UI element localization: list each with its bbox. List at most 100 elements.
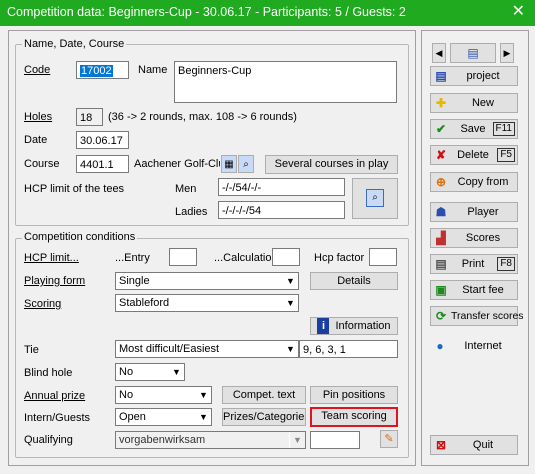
transfer-scores-button[interactable]: ⟳ Transfer scores xyxy=(430,306,524,326)
info-icon: i xyxy=(317,318,330,334)
name-field[interactable]: Beginners-Cup xyxy=(174,61,397,103)
document-icon: ▤ xyxy=(435,69,447,83)
hcp-limit-label: HCP limit... xyxy=(24,252,79,264)
qualifying-action-button[interactable]: ✎ xyxy=(380,430,398,448)
course-field[interactable]: 4401.1 xyxy=(76,155,129,173)
tie-holes-field[interactable]: 9, 6, 3, 1 xyxy=(299,340,398,358)
course-label: Course xyxy=(24,158,60,170)
team-scoring-button[interactable]: Team scoring xyxy=(310,407,398,427)
pin-positions-button[interactable]: Pin positions xyxy=(310,386,398,404)
copy-icon: ⊕ xyxy=(435,175,447,189)
save-button[interactable]: ✔ Save F11 xyxy=(430,119,518,139)
calculation-field[interactable] xyxy=(272,248,300,266)
people-icon: ☗ xyxy=(435,205,447,219)
money-icon: ▣ xyxy=(435,283,447,297)
triangle-left-icon: ◀ xyxy=(435,48,443,58)
close-icon[interactable]: ✕ xyxy=(512,3,525,21)
scores-button[interactable]: ▟ Scores xyxy=(430,228,518,248)
next-button[interactable]: ▶ xyxy=(500,43,514,63)
date-field[interactable]: 30.06.17 xyxy=(76,131,129,149)
tie-select[interactable]: Most difficult/Easiest ▼ xyxy=(115,340,299,358)
code-label: Code xyxy=(24,64,51,76)
printer-icon: ▤ xyxy=(435,257,447,271)
project-button[interactable]: ▤ project xyxy=(430,66,518,86)
playing-form-label: Playing form xyxy=(24,275,86,287)
calculation-label: ...Calculation xyxy=(214,252,278,264)
name-label: Name xyxy=(138,64,168,76)
chevron-down-icon: ▼ xyxy=(168,364,184,380)
copy-from-button[interactable]: ⊕ Copy from xyxy=(430,172,518,192)
several-courses-button[interactable]: Several courses in play xyxy=(265,155,398,174)
qualifying-label: Qualifying xyxy=(24,434,73,446)
chevron-down-icon: ▼ xyxy=(195,409,211,425)
tie-label: Tie xyxy=(24,344,39,356)
ladies-label: Ladies xyxy=(175,206,208,218)
player-button[interactable]: ☗ Player xyxy=(430,202,518,222)
chevron-down-icon: ▼ xyxy=(195,387,211,403)
information-button[interactable]: i Information xyxy=(310,317,398,335)
new-button[interactable]: ✚ New xyxy=(430,93,518,113)
code-field[interactable]: 17002 xyxy=(76,61,129,79)
annual-prize-label: Annual prize xyxy=(24,390,86,402)
print-nav-button[interactable]: ▤ xyxy=(450,43,496,63)
plus-icon: ✚ xyxy=(435,96,447,110)
entry-field[interactable] xyxy=(169,248,197,266)
triangle-right-icon: ▶ xyxy=(503,48,511,58)
entry-label: ...Entry xyxy=(115,252,150,264)
title-bar: Competition data: Beginners-Cup - 30.06.… xyxy=(0,0,535,26)
scoring-label: Scoring xyxy=(24,298,62,310)
holes-field[interactable]: 18 xyxy=(76,108,103,126)
blind-hole-select[interactable]: No ▼ xyxy=(115,363,185,381)
print-button[interactable]: ▤ Print F8 xyxy=(430,254,518,274)
scoring-select[interactable]: Stableford ▼ xyxy=(115,294,299,312)
exit-icon: ⊠ xyxy=(435,438,447,452)
edit-icon: ✎ xyxy=(384,433,394,445)
course-search-button[interactable]: ⌕ xyxy=(238,155,254,173)
scores-icon: ▟ xyxy=(436,231,446,245)
chevron-down-icon: ▼ xyxy=(282,273,298,289)
chevron-down-icon: ▼ xyxy=(282,295,298,311)
qualifying-extra-field[interactable] xyxy=(310,431,360,449)
delete-button[interactable]: ✘ Delete F5 xyxy=(430,145,518,165)
conditions-legend: Competition conditions xyxy=(22,231,138,243)
course-name: Aachener Golf-Clu xyxy=(134,158,220,170)
window-title: Competition data: Beginners-Cup - 30.06.… xyxy=(7,5,406,19)
hcp-factor-label: Hcp factor xyxy=(314,252,365,264)
holes-hint: (36 -> 2 rounds, max. 108 -> 6 rounds) xyxy=(108,111,297,123)
prizes-categories-button[interactable]: Prizes/Categories xyxy=(222,408,306,426)
ladies-tees-field[interactable]: -/-/-/-/54 xyxy=(218,201,345,219)
search-icon: ⌕ xyxy=(366,189,384,207)
chevron-down-icon: ▼ xyxy=(289,432,305,448)
globe-icon: ● xyxy=(436,339,444,353)
qualifying-select[interactable]: vorgabenwirksam ▼ xyxy=(115,431,306,449)
tees-search-button[interactable]: ⌕ xyxy=(352,178,398,219)
quit-button[interactable]: ⊠ Quit xyxy=(430,435,518,455)
grid-icon: ▦ xyxy=(224,159,234,170)
search-icon: ⌕ xyxy=(243,159,249,170)
playing-form-select[interactable]: Single ▼ xyxy=(115,272,299,290)
intern-guests-select[interactable]: Open ▼ xyxy=(115,408,212,426)
intern-guests-label: Intern/Guests xyxy=(24,412,91,424)
hcp-factor-field[interactable] xyxy=(369,248,397,266)
annual-prize-select[interactable]: No ▼ xyxy=(115,386,212,404)
men-label: Men xyxy=(175,183,197,195)
start-fee-button[interactable]: ▣ Start fee xyxy=(430,280,518,300)
hcp-tees-label: HCP limit of the tees xyxy=(24,183,125,195)
course-grid-button[interactable]: ▦ xyxy=(221,155,237,173)
save-shortcut: F11 xyxy=(492,122,515,136)
printer-icon: ▤ xyxy=(467,46,479,60)
compet-text-button[interactable]: Compet. text xyxy=(222,386,306,404)
holes-label: Holes xyxy=(24,111,53,123)
date-label: Date xyxy=(24,134,48,146)
basics-legend: Name, Date, Course xyxy=(22,38,127,50)
chevron-down-icon: ▼ xyxy=(282,341,298,357)
cross-icon: ✘ xyxy=(435,148,447,162)
men-tees-field[interactable]: -/-/54/-/- xyxy=(218,178,345,196)
check-icon: ✔ xyxy=(435,122,447,136)
blind-hole-label: Blind hole xyxy=(24,367,73,379)
print-shortcut: F8 xyxy=(497,257,515,271)
prev-button[interactable]: ◀ xyxy=(432,43,446,63)
internet-button[interactable]: ● Internet xyxy=(430,337,518,357)
refresh-icon: ⟳ xyxy=(435,309,447,323)
details-button[interactable]: Details xyxy=(310,272,398,290)
